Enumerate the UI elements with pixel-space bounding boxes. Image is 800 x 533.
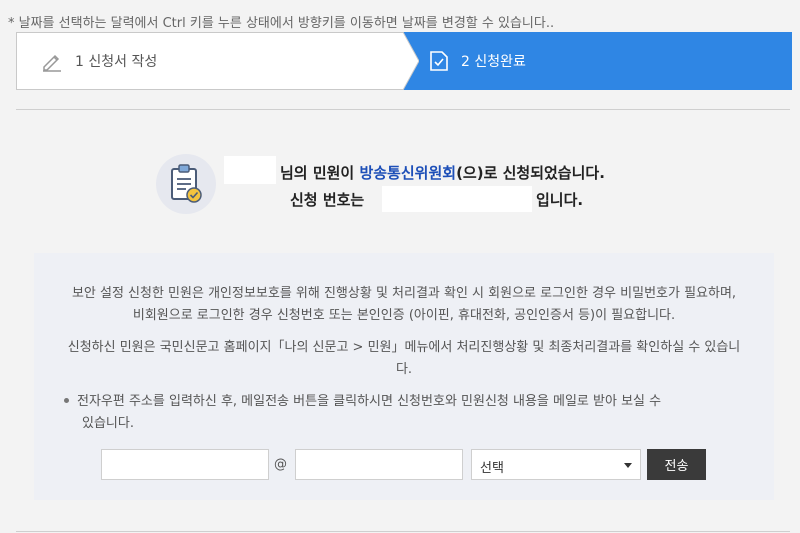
email-local-input[interactable]	[101, 449, 269, 480]
clipboard-check-icon	[156, 154, 216, 214]
bullet-dot	[64, 398, 69, 403]
result-message: 님의 민원이 방송통신위원회(으)로 신청되었습니다. 신청 번호는 입니다.	[156, 154, 676, 218]
divider	[16, 109, 790, 110]
result-line-1-prefix: 님의 민원이	[280, 164, 360, 182]
progress-steps: 1 신청서 작성 2 신청완료	[16, 32, 792, 90]
email-instruction: 전자우편 주소를 입력하신 후, 메일전송 버튼을 클릭하시면 신청번호와 민원…	[64, 391, 744, 435]
masked-application-number	[382, 186, 532, 212]
step-application-complete: 2 신청완료	[403, 32, 792, 90]
email-instruction-line-1: 전자우편 주소를 입력하신 후, 메일전송 버튼을 클릭하시면 신청번호와 민원…	[77, 394, 662, 409]
result-line-1-suffix: (으)로 신청되었습니다.	[456, 164, 605, 182]
organization-name: 방송통신위원회	[359, 164, 457, 182]
result-line-1: 님의 민원이 방송통신위원회(으)로 신청되었습니다.	[280, 162, 605, 183]
send-email-button[interactable]: 전송	[647, 449, 706, 480]
result-line-2-suffix: 입니다.	[536, 191, 584, 209]
info-security-paragraph: 보안 설정 신청한 민원은 개인정보보호를 위해 진행상황 및 처리결과 확인 …	[71, 286, 737, 323]
calendar-hint: * 날짜를 선택하는 달력에서 Ctrl 키를 누른 상태에서 방향키를 이동하…	[8, 16, 555, 31]
step-2-label: 2 신청완료	[461, 54, 526, 70]
bottom-divider	[16, 531, 790, 532]
chevron-down-icon	[624, 463, 632, 468]
step-1-label: 1 신청서 작성	[75, 54, 158, 70]
pencil-icon	[43, 54, 61, 72]
info-status-paragraph: 신청하신 민원은 국민신문고 홈페이지「나의 신문고 > 민원」메뉴에서 처리진…	[67, 340, 741, 377]
masked-applicant-name	[224, 156, 276, 184]
email-instruction-line-2: 있습니다.	[82, 416, 134, 431]
email-domain-select[interactable]: 선택	[471, 449, 641, 480]
at-sign: @	[274, 457, 287, 472]
email-domain-input[interactable]	[295, 449, 463, 480]
document-check-icon	[430, 51, 448, 71]
info-panel: 보안 설정 신청한 민원은 개인정보보호를 위해 진행상황 및 처리결과 확인 …	[34, 253, 774, 500]
result-line-2-prefix: 신청 번호는	[290, 191, 365, 209]
step-arrow	[403, 32, 419, 90]
email-domain-select-value: 선택	[480, 461, 504, 476]
step-application-form: 1 신청서 작성	[17, 33, 407, 89]
